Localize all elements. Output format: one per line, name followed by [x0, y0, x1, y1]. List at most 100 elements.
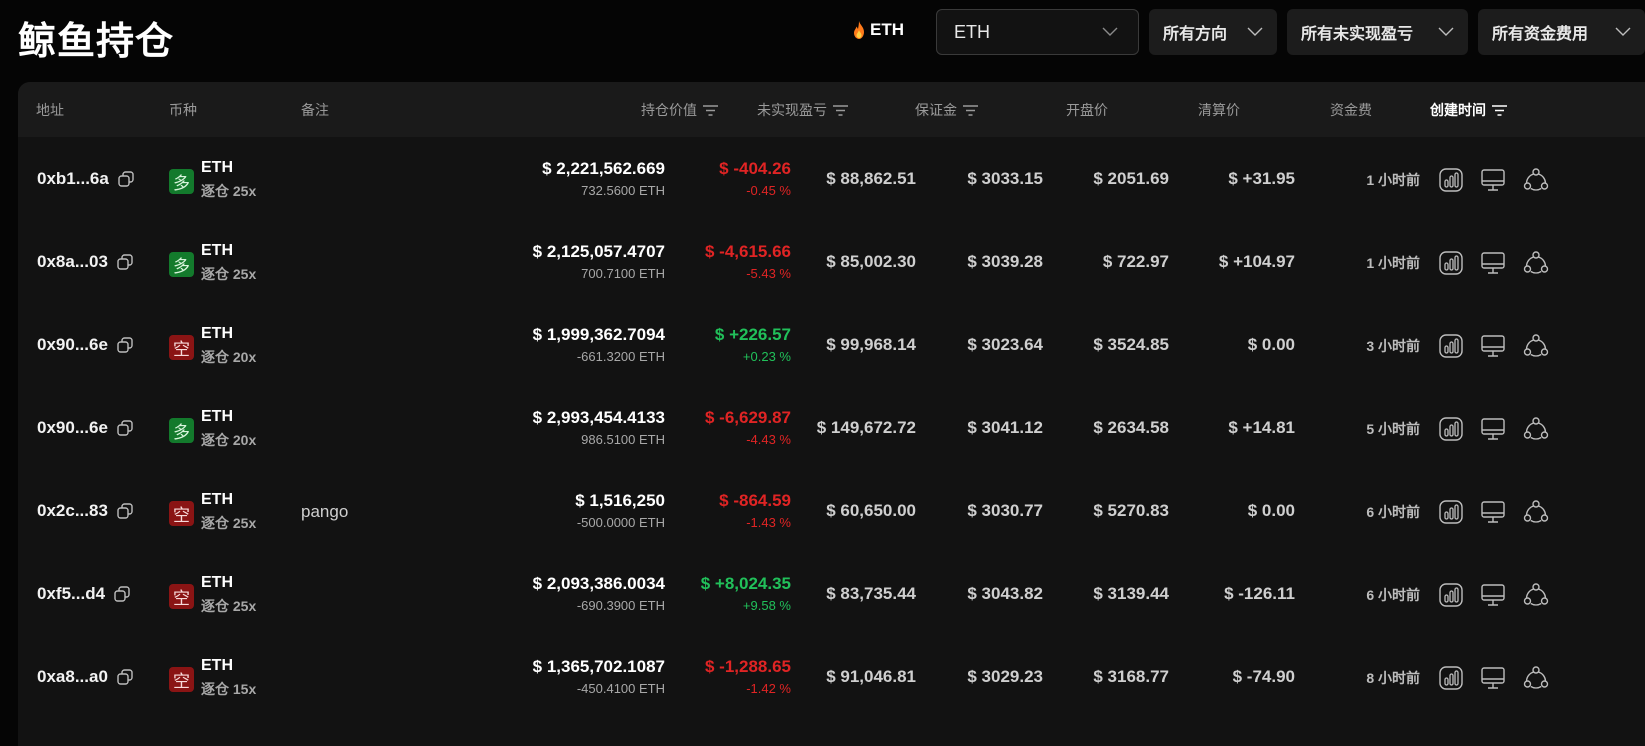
copy-icon[interactable] [113, 585, 131, 603]
copy-icon[interactable] [117, 170, 135, 188]
margin-value: $ 91,046.81 [826, 667, 916, 686]
liq-price: $ 3139.44 [1093, 584, 1169, 603]
liq-price: $ 2634.58 [1093, 418, 1169, 437]
table-row[interactable]: 0x90...6e 空 ETH 逐仓 20x $ 1,999,362.7094 … [18, 305, 1645, 388]
copy-icon[interactable] [116, 336, 134, 354]
entry-price: $ 3033.15 [967, 169, 1043, 188]
address-cell[interactable]: 0xa8...a0 [37, 667, 134, 687]
address-cell[interactable]: 0x90...6e [37, 418, 134, 438]
unrealized-pnl-pct: -5.43 % [746, 266, 791, 281]
share-icon[interactable] [1523, 582, 1549, 608]
chart-icon[interactable] [1438, 416, 1464, 442]
leverage-label: 逐仓 25x [201, 515, 257, 531]
monitor-icon[interactable] [1480, 582, 1506, 608]
copy-icon[interactable] [116, 253, 134, 271]
unrealized-pnl-select[interactable]: 所有未实现盈亏 [1287, 9, 1468, 55]
col-created[interactable]: 创建时间 [1322, 100, 1507, 120]
chart-icon[interactable] [1438, 582, 1464, 608]
position-value: $ 2,221,562.669 [542, 159, 665, 178]
coin-symbol: ETH [201, 574, 233, 591]
col-address: 地址 [36, 102, 64, 118]
share-icon[interactable] [1523, 665, 1549, 691]
address-text[interactable]: 0x2c...83 [37, 501, 108, 521]
address-cell[interactable]: 0x2c...83 [37, 501, 134, 521]
share-icon[interactable] [1523, 250, 1549, 276]
address-cell[interactable]: 0x90...6e [37, 335, 134, 355]
address-text[interactable]: 0x90...6e [37, 418, 108, 438]
monitor-icon[interactable] [1480, 416, 1506, 442]
leverage-label: 逐仓 25x [201, 183, 257, 199]
address-text[interactable]: 0x90...6e [37, 335, 108, 355]
monitor-icon[interactable] [1480, 665, 1506, 691]
share-icon[interactable] [1523, 416, 1549, 442]
table-row[interactable]: 0x2c...83 空 ETH 逐仓 25x pango $ 1,516,250… [18, 471, 1645, 554]
leverage-label: 逐仓 20x [201, 432, 257, 448]
chart-icon[interactable] [1438, 499, 1464, 525]
address-text[interactable]: 0xa8...a0 [37, 667, 108, 687]
coin-select[interactable]: ETH [936, 9, 1139, 55]
table-row[interactable]: 0x8a...03 多 ETH 逐仓 25x $ 2,125,057.4707 … [18, 222, 1645, 305]
funding-select[interactable]: 所有资金费用 [1478, 9, 1645, 55]
flame-icon [854, 21, 864, 39]
entry-price: $ 3043.82 [967, 584, 1043, 603]
liq-price: $ 722.97 [1102, 252, 1169, 271]
position-value: $ 2,125,057.4707 [532, 242, 665, 261]
chart-icon[interactable] [1438, 167, 1464, 193]
side-badge: 多 [169, 418, 194, 443]
monitor-icon[interactable] [1480, 250, 1506, 276]
position-size: -450.4100 ETH [576, 681, 665, 696]
address-text[interactable]: 0xb1...6a [37, 169, 109, 189]
address-text[interactable]: 0xf5...d4 [37, 584, 105, 604]
table-row[interactable]: 0x90...6e 多 ETH 逐仓 20x $ 2,993,454.4133 … [18, 388, 1645, 471]
share-icon[interactable] [1523, 167, 1549, 193]
address-cell[interactable]: 0xb1...6a [37, 169, 135, 189]
col-margin[interactable]: 保证金 [838, 100, 978, 120]
copy-icon[interactable] [116, 419, 134, 437]
table-row[interactable]: 0xb1...6a 多 ETH 逐仓 25x $ 2,221,562.669 7… [18, 139, 1645, 222]
coin-symbol: ETH [201, 408, 233, 425]
position-size: -661.3200 ETH [576, 349, 665, 364]
pnl-select-value: 所有未实现盈亏 [1301, 26, 1414, 43]
chart-icon[interactable] [1438, 333, 1464, 359]
address-text[interactable]: 0x8a...03 [37, 252, 108, 272]
entry-price: $ 3023.64 [967, 335, 1043, 354]
funding-value: $ 0.00 [1247, 335, 1295, 354]
chart-icon[interactable] [1438, 665, 1464, 691]
address-cell[interactable]: 0xf5...d4 [37, 584, 131, 604]
col-created-label: 创建时间 [1430, 102, 1486, 118]
direction-select[interactable]: 所有方向 [1149, 9, 1277, 55]
note-text: pango [301, 502, 349, 521]
page-title: 鲸鱼持仓 [18, 19, 175, 63]
direction-select-value: 所有方向 [1163, 26, 1228, 43]
copy-icon[interactable] [116, 668, 134, 686]
current-coin-tag: ETH [852, 20, 904, 40]
col-liq-price: 清算价 [1198, 102, 1240, 118]
margin-value: $ 85,002.30 [826, 252, 916, 271]
leverage-label: 逐仓 15x [201, 681, 257, 697]
share-icon[interactable] [1523, 499, 1549, 525]
unrealized-pnl-pct: +0.23 % [742, 349, 791, 364]
created-time: 8 小时前 [1366, 670, 1420, 686]
created-time: 5 小时前 [1366, 421, 1420, 437]
liq-price: $ 3524.85 [1093, 335, 1169, 354]
copy-icon[interactable] [116, 502, 134, 520]
entry-price: $ 3041.12 [967, 418, 1043, 437]
monitor-icon[interactable] [1480, 167, 1506, 193]
table-row[interactable]: 0xa8...a0 空 ETH 逐仓 15x $ 1,365,702.1087 … [18, 637, 1645, 720]
chart-icon[interactable] [1438, 250, 1464, 276]
address-cell[interactable]: 0x8a...03 [37, 252, 134, 272]
col-position-value-label: 持仓价值 [641, 102, 697, 118]
col-position-value[interactable]: 持仓价值 [578, 100, 718, 120]
liq-price: $ 2051.69 [1093, 169, 1169, 188]
position-value: $ 2,993,454.4133 [532, 408, 665, 427]
created-time: 3 小时前 [1366, 338, 1420, 354]
unrealized-pnl: $ -404.26 [719, 159, 791, 178]
unrealized-pnl-pct: -4.43 % [746, 432, 791, 447]
share-icon[interactable] [1523, 333, 1549, 359]
table-row[interactable]: 0xf5...d4 空 ETH 逐仓 25x $ 2,093,386.0034 … [18, 554, 1645, 637]
monitor-icon[interactable] [1480, 333, 1506, 359]
positions-table: 地址 币种 备注 持仓价值 未实现盈亏 保证金 开盘价 清算价 资金费 创建时间… [18, 82, 1645, 746]
monitor-icon[interactable] [1480, 499, 1506, 525]
position-value: $ 1,516,250 [575, 491, 665, 510]
col-unrealized-pnl[interactable]: 未实现盈亏 [708, 100, 848, 120]
